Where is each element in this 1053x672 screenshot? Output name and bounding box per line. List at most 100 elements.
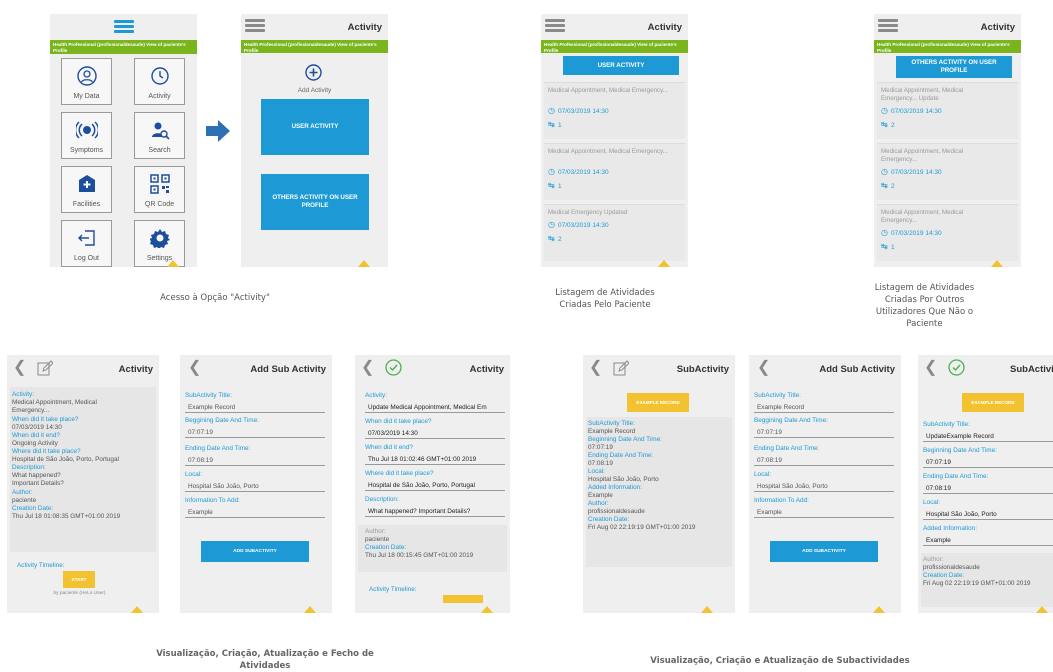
- scroll-indicator[interactable]: [701, 606, 713, 613]
- symptoms-tile[interactable]: Symptoms: [61, 112, 112, 159]
- menu-icon[interactable]: [878, 19, 898, 32]
- detail-value: paciente: [12, 497, 37, 504]
- field-label: SubActivity Title:: [923, 421, 970, 428]
- user-activity-button[interactable]: USER ACTIVITY: [563, 56, 679, 75]
- activity-card[interactable]: Medical Emergency Updated ◷ 07/03/2019 1…: [544, 204, 685, 261]
- tile-label: Symptoms: [69, 147, 104, 154]
- scroll-indicator[interactable]: [481, 606, 493, 613]
- subactivity-title-input[interactable]: Example Record: [754, 402, 894, 413]
- scroll-indicator[interactable]: [167, 260, 179, 267]
- activity-date: 07/03/2019 14:30: [558, 108, 609, 115]
- activity-date: 07/03/2019 14:30: [891, 169, 942, 176]
- begin-time-input[interactable]: 07:07:19: [754, 427, 894, 438]
- scroll-indicator[interactable]: [131, 606, 143, 613]
- profile-banner: Health Professional (profissionaldesaude…: [50, 40, 197, 54]
- menu-icon[interactable]: [545, 19, 565, 32]
- local-input[interactable]: Hospital São João, Porto: [185, 481, 325, 492]
- qr-code-tile[interactable]: QR Code: [134, 166, 185, 213]
- scroll-indicator[interactable]: [304, 606, 316, 613]
- my-data-tile[interactable]: My Data: [61, 58, 112, 105]
- branch-icon: ↹: [881, 242, 888, 251]
- add-subactivity-screen: ❮ Add Sub Activity SubActivity Title: Ex…: [180, 355, 332, 613]
- detail-value: Hospital de São João, Porto, Portugal: [12, 456, 119, 463]
- timeline-label: Activity Timeline:: [369, 586, 417, 593]
- activity-card[interactable]: Medical Appointment, Medical Emergency..…: [544, 143, 685, 200]
- facilities-tile[interactable]: Facilities: [61, 166, 112, 213]
- tile-label: Log Out: [74, 255, 99, 262]
- check-icon[interactable]: [948, 359, 965, 376]
- start-button[interactable]: START: [63, 571, 95, 588]
- subactivity-title-input[interactable]: Example Record: [185, 402, 325, 413]
- add-icon[interactable]: [305, 64, 322, 81]
- others-activity-button[interactable]: OTHERS ACTIVITY ON USER PROFILE: [896, 56, 1012, 78]
- scroll-indicator[interactable]: [991, 260, 1003, 267]
- field-label: Ending Date And Time:: [185, 445, 251, 452]
- subactivity-count: 2: [891, 183, 895, 190]
- creation-date-value: Thu Jul 18 00:15:45 GMT+01:00 2019: [365, 552, 474, 559]
- page-title: SubActivi: [1010, 364, 1053, 375]
- end-time-input[interactable]: 07:08:19: [754, 455, 894, 466]
- back-icon[interactable]: ❮: [361, 360, 374, 376]
- scroll-indicator[interactable]: [1036, 606, 1048, 613]
- user-activity-button[interactable]: USER ACTIVITY: [261, 99, 369, 155]
- scroll-indicator[interactable]: [358, 260, 370, 267]
- edit-icon[interactable]: [613, 360, 629, 376]
- local-input[interactable]: Hospital São João, Porto: [923, 509, 1053, 520]
- end-time-input[interactable]: 07:08:19: [923, 483, 1053, 494]
- end-time-input[interactable]: 07:08:19: [185, 455, 325, 466]
- activity-input[interactable]: Update Medical Appointment, Medical Em: [365, 402, 505, 413]
- example-record-button[interactable]: EXAMPLE RECORD: [962, 393, 1024, 412]
- field-label: Local:: [185, 471, 203, 478]
- timeline-bar: [443, 595, 483, 603]
- back-icon[interactable]: ❮: [924, 360, 937, 376]
- creation-date-value: Fri Aug 02 22:19:19 GMT+01:00 2019: [923, 580, 1031, 587]
- activity-date: 07/03/2019 14:30: [558, 222, 609, 229]
- gear-icon: [149, 229, 170, 248]
- location-input[interactable]: Hospital de São João, Porto, Portugal: [365, 480, 505, 491]
- start-date-input[interactable]: 07/03/2019 14:30: [365, 428, 505, 439]
- local-input[interactable]: Hospital São João, Porto: [754, 481, 894, 492]
- edit-icon[interactable]: [37, 360, 53, 376]
- author-value: profissionaldesaude: [923, 564, 980, 571]
- information-input[interactable]: Example: [185, 507, 325, 518]
- others-activity-button[interactable]: OTHERS ACTIVITY ON USER PROFILE: [261, 174, 369, 230]
- clock-icon: ◷: [881, 106, 888, 115]
- user-icon: [76, 66, 97, 86]
- detail-value: Ongoing Activity: [12, 440, 58, 447]
- check-icon[interactable]: [385, 359, 402, 376]
- begin-time-input[interactable]: 07:07:19: [185, 427, 325, 438]
- activity-card[interactable]: Medical Appointment, Medical Emergency..…: [877, 82, 1018, 139]
- pulse-icon: [75, 121, 98, 139]
- activity-card[interactable]: Medical Appointment, Medical Emergency..…: [544, 82, 685, 139]
- end-date-input[interactable]: Thu Jul 18 01:02:46 GMT+01:00 2019: [365, 454, 505, 465]
- subactivity-title-input[interactable]: UpdateExample Record: [923, 431, 1053, 442]
- back-icon[interactable]: ❮: [589, 360, 602, 376]
- information-input[interactable]: Example: [754, 507, 894, 518]
- detail-label: Activity:: [12, 391, 35, 398]
- menu-icon[interactable]: [245, 19, 265, 32]
- activity-card[interactable]: Medical Appointment, Medical Emergency..…: [877, 143, 1018, 200]
- search-tile[interactable]: Search: [134, 112, 185, 159]
- information-input[interactable]: Example: [923, 535, 1053, 546]
- creation-date-label: Creation Date:: [365, 544, 407, 551]
- activity-title: Medical Appointment, Medical Emergency..…: [881, 87, 964, 102]
- menu-icon[interactable]: [114, 20, 134, 33]
- back-icon[interactable]: ❮: [13, 360, 26, 376]
- creation-date-label: Creation Date:: [923, 572, 965, 579]
- page-title: Activity: [347, 22, 382, 33]
- example-record-button[interactable]: EXAMPLE RECORD: [627, 393, 689, 412]
- add-subactivity-button[interactable]: ADD SUBACTIVITY: [770, 541, 878, 562]
- profile-banner: Health Professional (profissionaldesaude…: [241, 40, 388, 53]
- activity-tile[interactable]: Activity: [134, 58, 185, 105]
- activity-card[interactable]: Medical Appointment, Medical Emergency..…: [877, 204, 1018, 261]
- begin-time-input[interactable]: 07:07:19: [923, 457, 1053, 468]
- back-icon[interactable]: ❮: [188, 360, 201, 376]
- activity-title: Medical Appointment, Medical Emergency..…: [881, 209, 964, 224]
- description-input[interactable]: What happened? Important Details?: [365, 506, 505, 517]
- scroll-indicator[interactable]: [873, 606, 885, 613]
- add-subactivity-button[interactable]: ADD SUBACTIVITY: [201, 541, 309, 562]
- detail-value: What happened? Important Details?: [12, 472, 64, 487]
- log-out-tile[interactable]: Log Out: [61, 220, 112, 267]
- scroll-indicator[interactable]: [658, 260, 670, 267]
- back-icon[interactable]: ❮: [757, 360, 770, 376]
